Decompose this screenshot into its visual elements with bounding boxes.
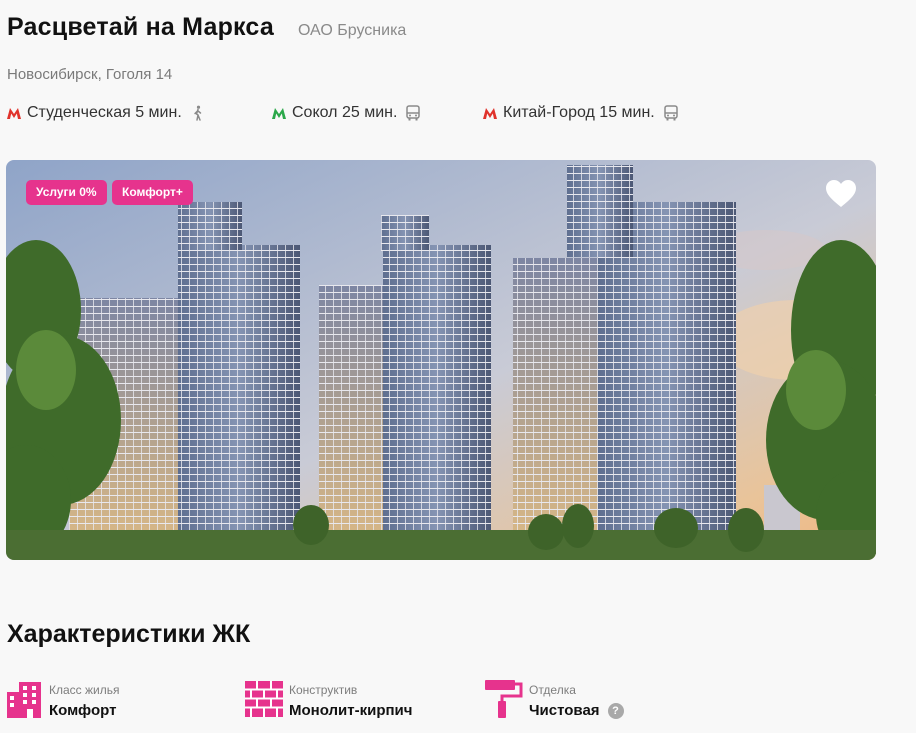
characteristics-title: Характеристики ЖК <box>7 620 251 648</box>
brick-wall-icon <box>245 681 283 717</box>
complex-address: Новосибирск, Гоголя 14 <box>7 66 173 83</box>
metro-station-label: Китай-Город 15 мин. <box>503 104 655 121</box>
characteristic-value: Чистовая ? <box>529 702 624 719</box>
paint-roller-icon <box>485 680 523 718</box>
metro-station: Студенческая 5 мин. <box>7 104 206 122</box>
complex-photo[interactable]: Услуги 0% Комфорт+ <box>6 160 876 560</box>
characteristic-label: Конструктив <box>289 683 358 697</box>
walk-icon <box>194 105 202 121</box>
characteristic-value-text: Чистовая <box>529 702 600 719</box>
developer-link[interactable]: ОАО Брусника <box>298 22 406 40</box>
characteristic-finishing: Отделка Чистовая ? <box>485 680 624 719</box>
characteristic-value: Монолит-кирпич <box>289 702 412 719</box>
characteristic-value-text: Комфорт <box>49 702 117 719</box>
metro-station: Сокол 25 мин. <box>272 104 421 122</box>
badge-class: Комфорт+ <box>112 180 193 205</box>
metro-red-icon <box>7 107 21 119</box>
characteristic-value: Комфорт <box>49 702 119 719</box>
metro-station: Китай-Город 15 мин. <box>483 104 679 122</box>
metro-red-icon <box>483 107 497 119</box>
bus-icon <box>406 105 421 121</box>
metro-list: Студенческая 5 мин. Сокол 25 мин. Китай-… <box>7 104 767 126</box>
metro-green-icon <box>272 107 286 119</box>
bus-icon <box>664 105 678 121</box>
characteristic-label: Отделка <box>529 683 576 697</box>
metro-station-label: Сокол 25 мин. <box>292 104 398 121</box>
help-icon[interactable]: ? <box>607 702 624 719</box>
characteristic-construction: Конструктив Монолит-кирпич <box>245 680 412 719</box>
characteristic-value-text: Монолит-кирпич <box>289 702 413 719</box>
buildings-rendering <box>6 160 876 560</box>
complex-title: Расцветай на Маркса <box>7 13 274 41</box>
badge-services: Услуги 0% <box>26 180 107 205</box>
characteristic-class: Класс жилья Комфорт <box>5 680 119 719</box>
heart-icon[interactable] <box>825 179 857 209</box>
building-icon <box>7 682 41 718</box>
metro-station-label: Студенческая 5 мин. <box>27 104 182 121</box>
characteristic-label: Класс жилья <box>49 683 120 697</box>
complex-header: Расцветай на Маркса ОАО Брусника <box>7 13 406 42</box>
